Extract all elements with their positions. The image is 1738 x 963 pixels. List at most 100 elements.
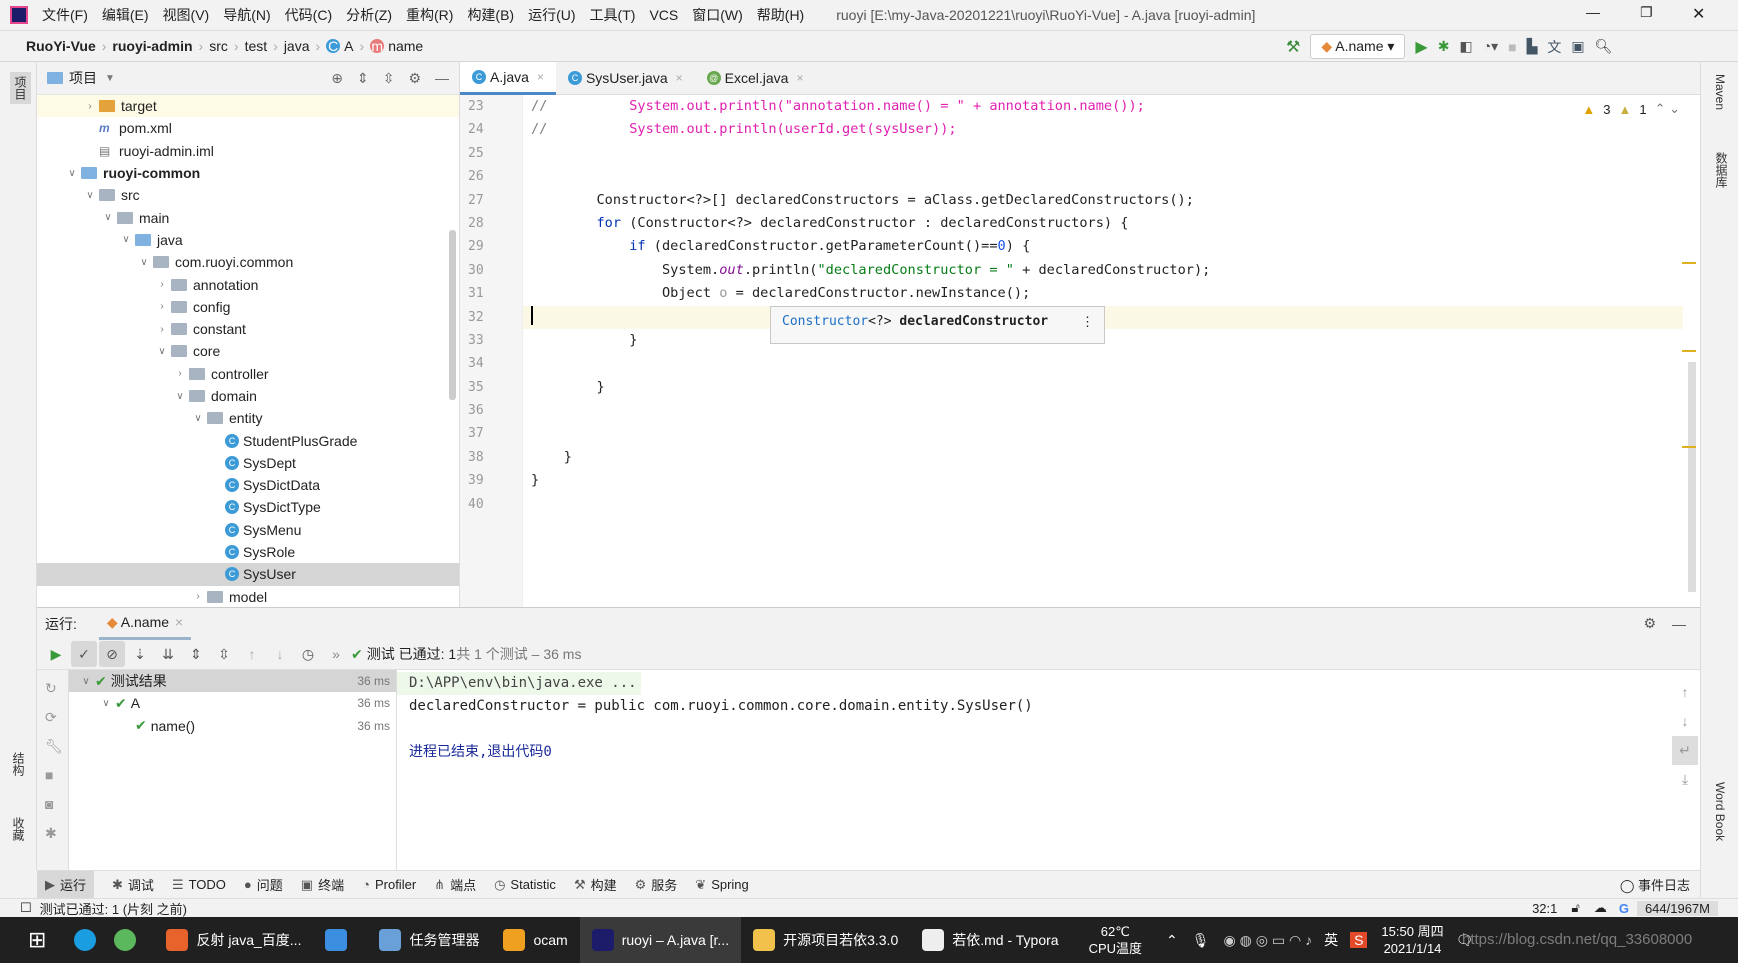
tree-item[interactable]: C SysRole <box>37 541 459 563</box>
google-icon[interactable]: G <box>1619 901 1629 916</box>
menu-item[interactable]: 文件(F) <box>42 5 88 25</box>
menu-item[interactable]: 窗口(W) <box>692 5 743 25</box>
event-log-button[interactable]: ◯ 事件日志 <box>1620 875 1690 894</box>
close-button[interactable]: ✕ <box>1692 4 1705 24</box>
soft-wrap-icon[interactable]: ↵ <box>1672 736 1698 765</box>
clock[interactable]: 15:50 周四 2021/1/14 <box>1381 923 1443 957</box>
collapse-all-icon[interactable]: ⇳ <box>383 70 395 87</box>
tool-window-button[interactable]: ◷ Statistic <box>494 877 556 893</box>
code-line[interactable] <box>523 422 1683 445</box>
collapse-all-icon[interactable]: ⇳ <box>211 641 237 667</box>
taskbar-app[interactable]: 开源项目若依3.3.0 <box>741 917 910 963</box>
menu-item[interactable]: 重构(R) <box>406 5 453 25</box>
wordbook-tool-button[interactable]: Word Book <box>1713 782 1727 841</box>
maven-tool-button[interactable]: Maven <box>1713 74 1727 110</box>
menu-item[interactable]: 导航(N) <box>223 5 270 25</box>
chevron-down-icon[interactable]: ∨ <box>153 346 171 357</box>
test-result-item[interactable]: ✔ name() 36 ms <box>69 715 396 737</box>
restore-button[interactable]: ❐ <box>1640 4 1653 21</box>
code-line[interactable]: for (Constructor<?> declaredConstructor … <box>523 212 1683 235</box>
breadcrumb-item[interactable]: RuoYi-Vue <box>26 38 96 54</box>
history-icon[interactable]: ◷ <box>295 641 321 667</box>
editor-tab[interactable]: @ Excel.java × <box>695 62 816 95</box>
start-button[interactable]: ⊞ <box>28 927 46 953</box>
edge-icon[interactable] <box>74 929 97 951</box>
show-passed-icon[interactable]: ✓ <box>71 641 97 667</box>
run-config-select[interactable]: ◆ A.name ▾ <box>1310 34 1406 59</box>
exit-icon[interactable]: ✱ <box>45 819 60 848</box>
lock-icon[interactable]: 🔓︎ <box>1571 900 1579 916</box>
memory-indicator[interactable]: 644/1967M <box>1636 900 1718 916</box>
breadcrumb-item[interactable]: ruoyi-admin <box>112 38 192 54</box>
search-icon[interactable]: 🔍︎ <box>1595 38 1613 55</box>
expand-all-icon[interactable]: ⇕ <box>357 70 369 87</box>
tree-item[interactable]: › config <box>37 296 459 318</box>
expand-all-icon[interactable]: ⇕ <box>183 641 209 667</box>
tree-item[interactable]: C SysDictType <box>37 496 459 518</box>
rerun-icon[interactable]: ▶ <box>43 641 69 667</box>
chevron-down-icon[interactable]: ∨ <box>189 413 207 424</box>
breadcrumb-item[interactable]: java <box>284 38 310 54</box>
code-line[interactable]: // System.out.println("annotation.name()… <box>523 95 1683 118</box>
tray-expand-icon[interactable]: ⌃ <box>1166 932 1178 949</box>
caret-position[interactable]: 32:1 <box>1532 901 1557 916</box>
more-icon[interactable]: » <box>323 641 349 667</box>
code-line[interactable] <box>523 352 1683 375</box>
tool-window-button[interactable]: ☰ TODO <box>172 877 226 893</box>
tool-window-button[interactable]: ● 问题 <box>244 875 283 894</box>
code-line[interactable]: Constructor<?>[] declaredConstructors = … <box>523 189 1683 212</box>
close-tab-icon[interactable]: × <box>537 70 544 84</box>
menu-item[interactable]: 视图(V) <box>163 5 210 25</box>
debug-icon[interactable]: ✱ <box>1438 38 1450 55</box>
editor-scrollbar[interactable] <box>1688 362 1696 592</box>
tree-item[interactable]: ∨ domain <box>37 385 459 407</box>
run-settings-icon[interactable]: ⚙ <box>1643 615 1656 632</box>
menu-item[interactable]: 构建(B) <box>467 5 514 25</box>
chevron-down-icon[interactable]: ∨ <box>117 234 135 245</box>
hide-run-panel-icon[interactable]: — <box>1672 616 1686 632</box>
breadcrumb-item[interactable]: A <box>344 38 353 54</box>
breadcrumb-item[interactable]: src <box>209 38 228 54</box>
close-tab-icon[interactable]: × <box>676 71 683 85</box>
tool-window-button[interactable]: ✱ 调试 <box>112 875 154 894</box>
ime-indicator[interactable]: 英 <box>1324 930 1338 950</box>
code-line[interactable] <box>523 399 1683 422</box>
tool-window-button[interactable]: ▶ 运行 <box>37 871 95 898</box>
status-toggle-icon[interactable]: ☐ <box>20 900 32 916</box>
locate-icon[interactable]: ⊕ <box>331 70 343 87</box>
sort-alpha-icon[interactable]: ⇣ <box>127 641 153 667</box>
tool-window-button[interactable]: ▣ 终端 <box>301 875 344 894</box>
project-view-select[interactable]: 项目 <box>69 68 97 88</box>
code-line[interactable]: } <box>523 376 1683 399</box>
stop-icon[interactable]: ■ <box>45 761 60 790</box>
chevron-down-icon[interactable]: ∨ <box>99 212 117 223</box>
code-line[interactable]: } <box>523 446 1683 469</box>
scroll-down-icon[interactable]: ↓ <box>1672 707 1698 736</box>
tree-item[interactable]: ▤ ruoyi-admin.iml <box>37 140 459 162</box>
chevron-right-icon[interactable]: › <box>81 101 99 112</box>
chevron-right-icon[interactable]: › <box>153 279 171 290</box>
tree-item[interactable]: ∨ main <box>37 206 459 228</box>
more-options-icon[interactable]: ⋮ <box>1081 315 1094 330</box>
test-result-item[interactable]: ∨ ✔ 测试结果 36 ms <box>69 670 396 693</box>
menu-item[interactable]: 分析(Z) <box>346 5 392 25</box>
tool-window-button[interactable]: ◔ Profiler <box>362 877 416 892</box>
tree-item[interactable]: ∨ src <box>37 184 459 206</box>
project-structure-icon[interactable]: ▙ <box>1527 38 1538 55</box>
stop-icon[interactable]: ■ <box>1508 39 1516 55</box>
code-line[interactable] <box>523 142 1683 165</box>
microphone-icon[interactable]: 🎙︎ <box>1192 932 1210 949</box>
wrench-icon[interactable]: 🔧︎ <box>45 732 63 761</box>
chevron-down-icon[interactable]: ∨ <box>135 257 153 268</box>
project-tool-button[interactable]: 项目 <box>10 72 31 104</box>
code-area[interactable]: // System.out.println("annotation.name()… <box>523 95 1683 607</box>
code-line[interactable]: // System.out.println(userId.get(sysUser… <box>523 118 1683 141</box>
taskbar-app[interactable] <box>313 917 367 963</box>
chevron-right-icon[interactable]: › <box>153 324 171 335</box>
sort-duration-icon[interactable]: ⇊ <box>155 641 181 667</box>
sogou-icon[interactable]: S <box>1350 932 1368 948</box>
code-line[interactable]: if (declaredConstructor.getParameterCoun… <box>523 235 1683 258</box>
test-result-item[interactable]: ∨ ✔ A 36 ms <box>69 692 396 714</box>
database-tool-button[interactable]: 数据库 <box>1713 152 1730 188</box>
tree-item[interactable]: ∨ core <box>37 340 459 362</box>
